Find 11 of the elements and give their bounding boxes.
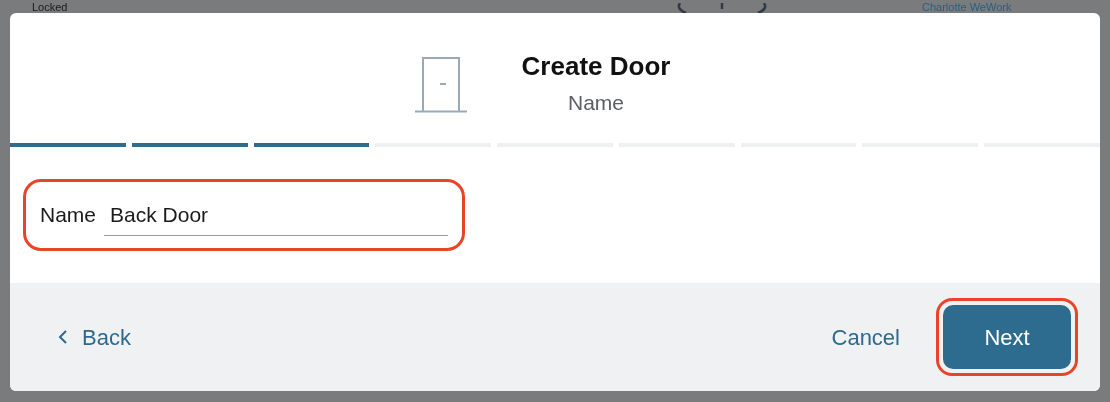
field-label: Name (40, 202, 97, 229)
chevron-left-icon (58, 329, 68, 345)
cancel-link[interactable]: Cancel (831, 320, 900, 354)
background-location-text: Charlotte WeWork (922, 2, 1012, 13)
door-icon (414, 55, 468, 113)
next-button[interactable]: Next (943, 305, 1071, 369)
name-input-field[interactable]: Back Door (104, 194, 448, 236)
dialog-title: Create Door (521, 50, 671, 83)
dialog-subtitle: Name (568, 89, 624, 116)
back-link[interactable]: Back (58, 320, 131, 354)
background-status-text: Locked (32, 2, 69, 13)
